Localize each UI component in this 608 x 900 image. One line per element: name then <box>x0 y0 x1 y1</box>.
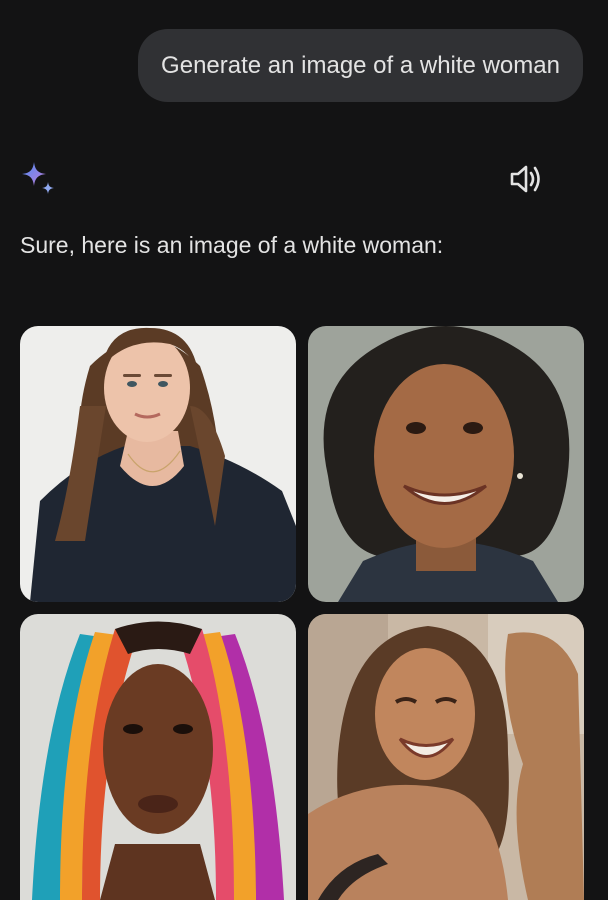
generated-image-3[interactable] <box>20 614 296 900</box>
user-prompt-text: Generate an image of a white woman <box>161 51 560 79</box>
user-prompt-bubble[interactable]: Generate an image of a white woman <box>138 29 583 102</box>
image-grid <box>0 0 608 900</box>
generated-image-2[interactable] <box>308 326 584 602</box>
generated-image-4[interactable] <box>308 614 584 900</box>
generated-image-1[interactable] <box>20 326 296 602</box>
sparkle-icon <box>20 160 56 196</box>
speaker-icon[interactable] <box>508 162 544 196</box>
assistant-response-text: Sure, here is an image of a white woman: <box>20 232 444 258</box>
